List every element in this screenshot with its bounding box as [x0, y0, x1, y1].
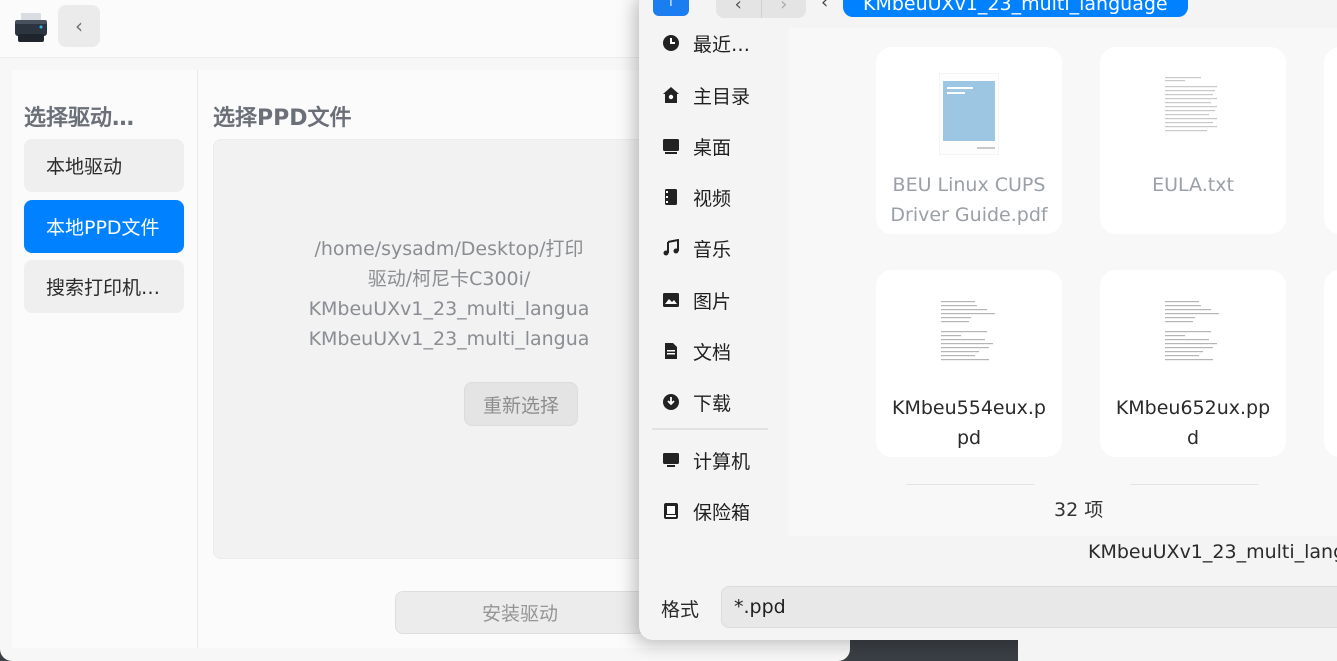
sidebar-item-downloads[interactable]: 下载	[661, 387, 731, 417]
sidebar-item-recent[interactable]: 最近…	[661, 28, 750, 58]
current-directory-label: KMbeuUXv1_23_multi_lang	[1088, 541, 1337, 563]
desktop-icon	[661, 136, 681, 156]
nav-local-driver[interactable]: 本地驱动	[24, 139, 184, 192]
breadcrumb-current[interactable]: KMbeuUXv1_23_multi_language	[843, 0, 1188, 17]
music-icon	[661, 238, 681, 258]
format-label: 格式	[661, 599, 700, 621]
nav-item-label: 本地驱动	[46, 156, 123, 178]
file-name-line: d	[1186, 427, 1200, 449]
file-tile-partial[interactable]	[1324, 47, 1337, 234]
background-window-edge	[1018, 640, 1337, 661]
tile-row-edge	[906, 484, 1034, 485]
back-button[interactable]: ‹	[58, 5, 100, 47]
file-chooser-dialog: ↑ ‹ › ‹ KMbeuUXv1_23_multi_language 最近… …	[639, 0, 1337, 640]
computer-icon	[661, 450, 681, 470]
sidebar-item-computer[interactable]: 计算机	[661, 445, 750, 475]
format-filter-value: *.ppd	[734, 596, 786, 618]
path-line: KMbeuUXv1_23_multi_langua	[308, 298, 590, 320]
sidebar-item-label: 最近…	[693, 33, 751, 56]
places-sidebar: 最近… 主目录 桌面 视频 音乐 图片 文档 下载 计算机 保险箱	[639, 28, 789, 536]
file-tile-pdf[interactable]: BEU Linux CUPS Driver Guide.pdf	[876, 47, 1062, 234]
format-filter-field[interactable]: *.ppd	[721, 586, 1337, 628]
file-tile-ppd[interactable]: KMbeu554eux.p pd	[876, 270, 1062, 457]
text-file-thumbnail-icon	[1163, 73, 1223, 155]
ppd-section-title: 选择PPD文件	[213, 106, 352, 131]
sidebar-item-home[interactable]: 主目录	[661, 80, 750, 110]
forward-arrow-icon[interactable]: ›	[760, 0, 807, 18]
sidebar-item-label: 视频	[693, 187, 732, 210]
back-arrow-icon[interactable]: ‹	[716, 0, 761, 18]
picture-icon	[661, 290, 681, 310]
sidebar-item-label: 下载	[693, 392, 732, 415]
file-tile-partial[interactable]	[1324, 270, 1337, 457]
file-manager-icon: ↑	[653, 0, 689, 16]
history-nav: ‹ ›	[716, 0, 806, 18]
sidebar-item-vault[interactable]: 保险箱	[661, 496, 750, 526]
ppd-drop-area: /home/sysadm/Desktop/打印 驱动/柯尼卡C300i/ KMb…	[213, 139, 673, 559]
file-name-line: Driver Guide.pdf	[890, 204, 1048, 226]
path-line: /home/sysadm/Desktop/打印	[314, 238, 584, 260]
item-count: 32 项	[1054, 499, 1104, 521]
nav-local-ppd-file[interactable]: 本地PPD文件	[24, 200, 184, 253]
breadcrumb-left-arrow-icon[interactable]: ‹	[821, 0, 828, 13]
driver-source-title: 选择驱动…	[24, 106, 135, 131]
sidebar-divider	[652, 428, 768, 430]
sidebar-item-videos[interactable]: 视频	[661, 182, 731, 212]
reselect-button[interactable]: 重新选择	[464, 382, 578, 426]
sidebar-item-label: 桌面	[693, 136, 732, 159]
sidebar-item-label: 音乐	[693, 238, 732, 261]
sidebar-item-label: 文档	[693, 341, 732, 364]
vault-icon	[661, 501, 681, 521]
home-icon	[661, 85, 681, 105]
download-icon	[661, 392, 681, 412]
chevron-left-icon: ‹	[75, 14, 83, 38]
sidebar-item-label: 计算机	[693, 450, 751, 473]
dialog-header: ↑ ‹ › ‹ KMbeuUXv1_23_multi_language	[639, 0, 1337, 28]
path-line: KMbeuUXv1_23_multi_langua	[308, 328, 590, 350]
file-name-line: BEU Linux CUPS	[892, 174, 1046, 196]
sidebar-item-music[interactable]: 音乐	[661, 233, 731, 263]
install-driver-button[interactable]: 安装驱动	[395, 591, 645, 634]
nav-item-label: 搜索打印机…	[46, 277, 161, 299]
video-icon	[661, 187, 681, 207]
driver-source-pane: 选择驱动… 本地驱动 本地PPD文件 搜索打印机…	[12, 70, 198, 648]
file-name: KMbeu554eux.p pd	[876, 393, 1062, 453]
clock-icon	[661, 33, 681, 53]
file-tile-ppd[interactable]: KMbeu652ux.pp d	[1100, 270, 1286, 457]
file-tile-txt[interactable]: EULA.txt	[1100, 47, 1286, 234]
nav-search-printer[interactable]: 搜索打印机…	[24, 260, 184, 313]
tile-row-edge	[1130, 484, 1258, 485]
sidebar-item-label: 保险箱	[693, 501, 751, 524]
sidebar-item-pictures[interactable]: 图片	[661, 285, 731, 315]
file-grid: BEU Linux CUPS Driver Guide.pdf EULA.txt…	[789, 28, 1337, 563]
ppd-thumbnail-icon	[1163, 296, 1223, 378]
document-icon	[661, 341, 681, 361]
file-name-line: pd	[956, 427, 982, 449]
ppd-thumbnail-icon	[939, 296, 999, 378]
nav-item-label: 本地PPD文件	[46, 217, 160, 239]
file-name-line: EULA.txt	[1152, 174, 1234, 196]
printer-app-icon	[15, 13, 47, 42]
pdf-thumbnail-icon	[939, 73, 999, 155]
file-name: BEU Linux CUPS Driver Guide.pdf	[876, 170, 1062, 230]
sidebar-item-documents[interactable]: 文档	[661, 336, 731, 366]
file-name: KMbeu652ux.pp d	[1100, 393, 1286, 453]
file-name: EULA.txt	[1100, 170, 1286, 200]
sidebar-item-label: 主目录	[693, 85, 751, 108]
file-name-line: KMbeu554eux.p	[892, 397, 1046, 419]
sidebar-item-desktop[interactable]: 桌面	[661, 131, 731, 161]
path-line: 驱动/柯尼卡C300i/	[367, 268, 531, 290]
ppd-file-path: /home/sysadm/Desktop/打印 驱动/柯尼卡C300i/ KMb…	[214, 234, 684, 354]
sidebar-item-label: 图片	[693, 290, 732, 313]
file-name-line: KMbeu652ux.pp	[1115, 397, 1271, 419]
